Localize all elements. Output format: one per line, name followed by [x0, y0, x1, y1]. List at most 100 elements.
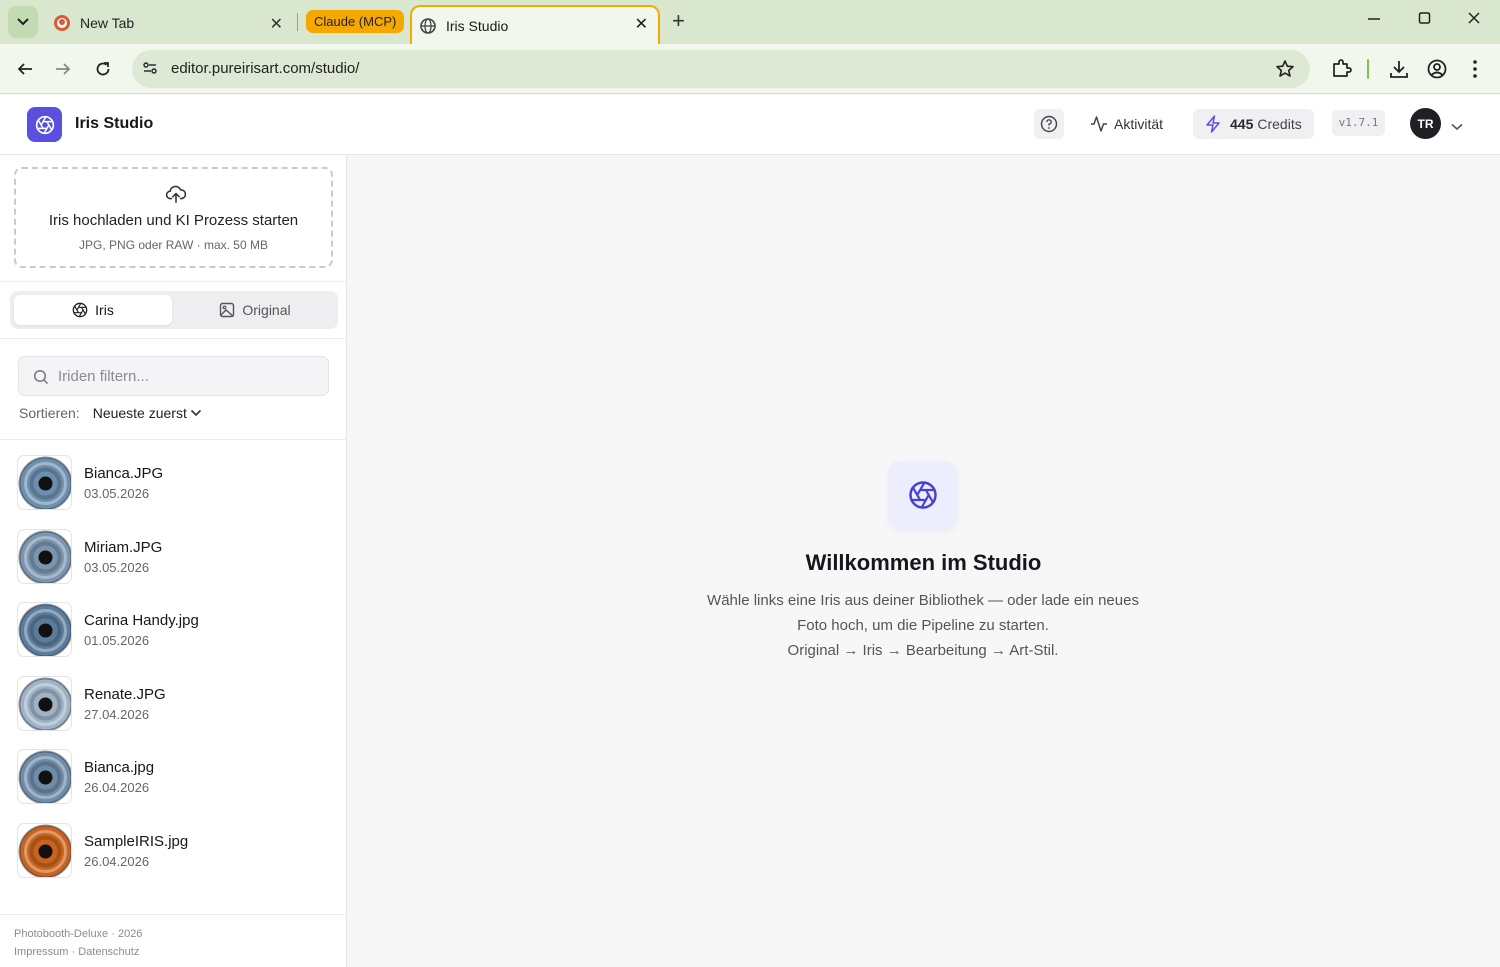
site-settings-icon[interactable] — [142, 60, 158, 81]
url-bar[interactable]: editor.pureirisart.com/studio/ — [132, 50, 1310, 88]
tab-title: Iris Studio — [446, 18, 509, 34]
welcome-description: Wähle links eine Iris aus deiner Bibliot… — [673, 588, 1173, 663]
iris-file-name: Renate.JPG — [84, 685, 166, 703]
iris-file-date: 03.05.2026 — [84, 486, 150, 501]
chevron-down-icon[interactable] — [1451, 118, 1463, 136]
app-title: Iris Studio — [75, 115, 154, 132]
tab-title: New Tab — [80, 15, 135, 31]
toggle-iris[interactable]: Iris — [14, 295, 172, 325]
maximize-icon[interactable] — [1417, 10, 1433, 31]
divider — [0, 281, 347, 282]
app-header: Iris Studio Aktivität 445 Credits v1.7.1… — [0, 95, 1500, 155]
url-text: editor.pureirisart.com/studio/ — [171, 60, 360, 77]
iris-file-name: Bianca.jpg — [84, 759, 155, 777]
iris-thumbnail — [17, 602, 72, 658]
bookmark-star-icon[interactable] — [1275, 59, 1295, 84]
divider — [0, 914, 347, 915]
forward-icon[interactable] — [52, 58, 74, 80]
view-toggle: Iris Original — [10, 291, 338, 329]
tab-iris-studio[interactable]: Iris Studio ✕ — [410, 5, 660, 45]
user-avatar[interactable]: TR — [1410, 108, 1441, 139]
welcome-icon-box — [889, 461, 957, 529]
sort-label: Sortieren: — [19, 405, 80, 421]
search-icon — [33, 369, 49, 385]
main-content: Willkommen im Studio Wähle links eine Ir… — [347, 155, 1500, 967]
activity-icon — [1091, 116, 1107, 132]
iris-file-name: Bianca.JPG — [84, 465, 164, 482]
toolbar-separator — [1367, 59, 1369, 79]
iris-thumbnail — [17, 675, 72, 731]
credits-count: 445 — [1230, 116, 1254, 132]
reload-icon[interactable] — [92, 58, 114, 80]
iris-file-date: 26.04.2026 — [84, 854, 150, 869]
tab-group-label[interactable]: Claude (MCP) — [306, 10, 405, 33]
lightning-icon — [1206, 115, 1220, 133]
minimize-icon[interactable] — [1366, 10, 1382, 31]
iris-file-name: Miriam.JPG — [84, 538, 163, 556]
back-icon[interactable] — [14, 58, 36, 80]
iris-thumbnail — [17, 455, 72, 510]
download-icon[interactable] — [1388, 58, 1410, 85]
iris-list-item[interactable]: Bianca.JPG 03.05.2026 — [0, 445, 346, 515]
app-logo[interactable] — [27, 107, 62, 142]
iris-list-item[interactable]: Carina Handy.jpg 01.05.2026 — [0, 592, 346, 662]
tab-search-button[interactable] — [8, 6, 38, 38]
sort-selected-value: Neueste zuerst — [92, 405, 187, 421]
iris-thumbnail — [17, 823, 72, 878]
search-input[interactable] — [58, 366, 318, 386]
iris-file-date: 26.04.2026 — [84, 780, 150, 796]
aperture-icon — [909, 481, 937, 509]
iris-file-date: 01.05.2026 — [84, 633, 150, 649]
help-circle-icon — [1040, 115, 1058, 133]
new-tab-button[interactable]: + — [672, 9, 685, 33]
aperture-icon — [35, 115, 54, 134]
chevron-down-icon — [190, 409, 201, 417]
browser-tab-bar: New Tab ✕ Claude (MCP) Iris Studio ✕ + — [0, 0, 1500, 45]
iris-list-item[interactable]: Renate.JPG 27.04.2026 — [0, 666, 346, 736]
datenschutz-link[interactable]: Datenschutz — [78, 946, 139, 958]
help-button[interactable] — [1034, 109, 1064, 139]
footer-separator: · — [71, 946, 76, 958]
browser-menu-icon[interactable] — [1465, 58, 1485, 85]
profile-icon[interactable] — [1426, 58, 1448, 85]
close-tab-icon[interactable]: ✕ — [270, 14, 283, 34]
activity-button[interactable]: Aktivität — [1090, 109, 1163, 139]
close-window-icon[interactable] — [1466, 10, 1482, 31]
footer-copyright: Photobooth-Deluxe · 2026 — [14, 928, 143, 940]
toggle-original[interactable]: Original — [176, 295, 334, 325]
sidebar: Iris hochladen und KI Prozess starten JP… — [0, 155, 347, 967]
activity-label: Aktivität — [1114, 116, 1164, 132]
upload-dropzone[interactable]: Iris hochladen und KI Prozess starten JP… — [14, 167, 333, 268]
aperture-icon — [72, 302, 88, 318]
credits-label: Credits — [1257, 116, 1302, 132]
iris-file-date: 03.05.2026 — [84, 559, 150, 575]
image-icon — [220, 302, 235, 318]
iris-filter-search[interactable] — [18, 356, 329, 396]
credits-button[interactable]: 445 Credits — [1193, 109, 1314, 139]
welcome-title: Willkommen im Studio — [805, 550, 1042, 575]
duckduckgo-icon — [54, 15, 70, 31]
close-tab-icon[interactable]: ✕ — [635, 14, 648, 34]
browser-toolbar: editor.pureirisart.com/studio/ — [0, 44, 1500, 94]
impressum-link[interactable]: Impressum — [14, 946, 68, 958]
iris-list-item[interactable]: SampleIRIS.jpg 26.04.2026 — [0, 813, 346, 883]
iris-file-date: 27.04.2026 — [84, 706, 150, 722]
tab-new-tab[interactable]: New Tab ✕ — [48, 6, 293, 40]
toggle-original-label: Original — [242, 302, 291, 318]
sort-dropdown[interactable]: Neueste zuerst — [93, 405, 202, 421]
sort-row: Sortieren: Neueste zuerst — [19, 405, 202, 421]
upload-title: Iris hochladen und KI Prozess starten — [48, 212, 299, 229]
version-badge: v1.7.1 — [1332, 110, 1385, 136]
divider — [0, 439, 347, 440]
welcome-line: Foto hoch, um die Pipeline zu starten. — [797, 617, 1049, 634]
divider — [0, 338, 347, 339]
globe-icon — [420, 18, 436, 34]
iris-list-item[interactable]: Miriam.JPG 03.05.2026 — [0, 519, 346, 589]
chevron-down-icon — [17, 18, 29, 26]
tab-separator — [297, 13, 298, 31]
iris-list-item[interactable]: Bianca.jpg 26.04.2026 — [0, 739, 346, 809]
iris-file-name: SampleIRIS.jpg — [84, 833, 189, 850]
extensions-icon[interactable] — [1330, 58, 1352, 85]
upload-subtitle: JPG, PNG oder RAW · max. 50 MB — [79, 238, 268, 252]
iris-file-name: Carina Handy.jpg — [84, 612, 199, 630]
